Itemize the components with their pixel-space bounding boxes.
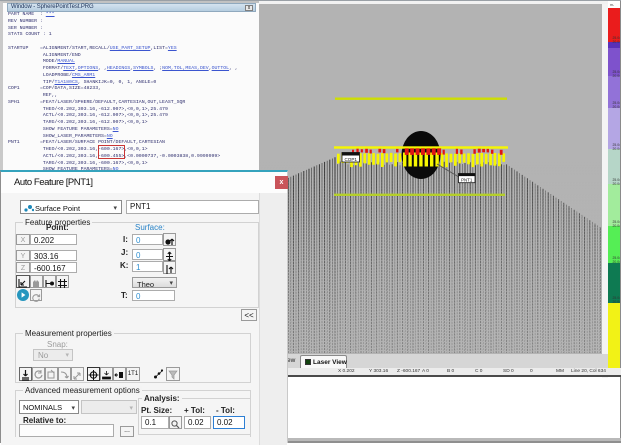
svg-text:COP1: COP1 <box>344 157 357 162</box>
svg-text:PNT1: PNT1 <box>461 177 473 182</box>
